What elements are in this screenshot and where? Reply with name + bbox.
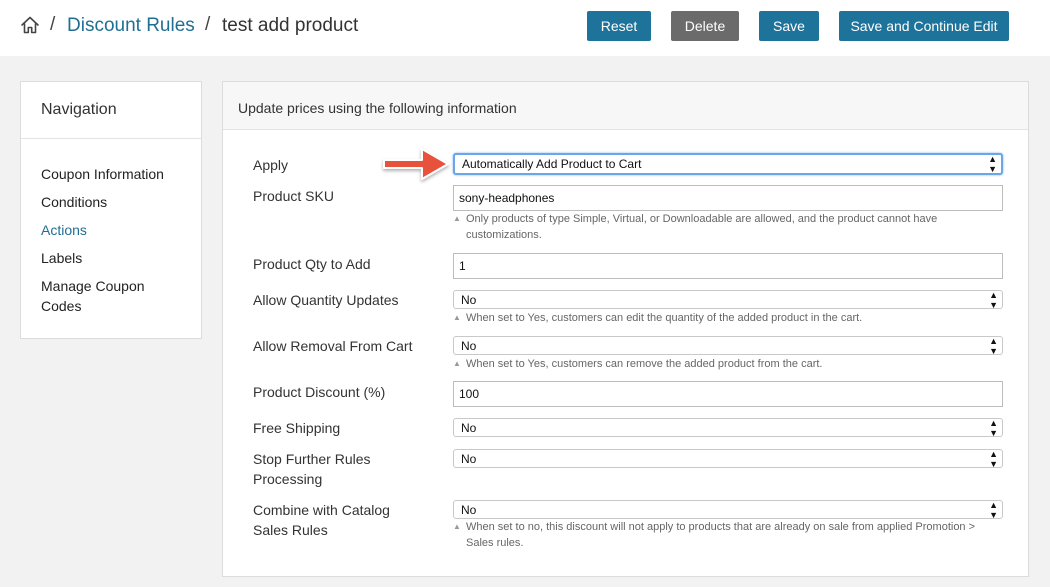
annotation-arrow-icon	[383, 148, 449, 180]
select-arrows-icon: ▲ ▼	[989, 499, 998, 520]
allow-removal-note: ▲ When set to Yes, customers can remove …	[453, 358, 823, 370]
select-arrows-icon: ▲ ▼	[989, 417, 998, 438]
nav-item-manage-coupon-codes[interactable]: Manage Coupon Codes	[41, 276, 181, 316]
select-arrows-icon: ▲ ▼	[988, 154, 997, 174]
free-shipping-value: No	[461, 420, 477, 435]
discount-label: Product Discount (%)	[253, 384, 386, 400]
allow-qty-updates-select[interactable]: No ▲ ▼	[453, 289, 1003, 310]
apply-select[interactable]: Automatically Add Product to Cart ▲ ▼	[453, 153, 1003, 175]
panel-heading: Update prices using the following inform…	[223, 82, 1028, 130]
allow-qty-updates-value: No	[461, 292, 477, 307]
note-triangle-icon: ▲	[453, 359, 461, 368]
qty-input[interactable]: 1	[453, 253, 1003, 279]
apply-select-value: Automatically Add Product to Cart	[462, 157, 642, 171]
combine-catalog-select[interactable]: No ▲ ▼	[453, 499, 1003, 520]
delete-button[interactable]: Delete	[671, 11, 739, 41]
nav-item-labels[interactable]: Labels	[41, 248, 181, 268]
breadcrumb-discount-rules-link[interactable]: Discount Rules	[67, 15, 195, 37]
note-triangle-icon: ▲	[453, 214, 461, 223]
allow-removal-value: No	[461, 338, 477, 353]
navigation-list: Coupon Information Conditions Actions La…	[21, 139, 201, 316]
nav-item-conditions[interactable]: Conditions	[41, 192, 181, 212]
save-button[interactable]: Save	[759, 11, 819, 41]
combine-catalog-value: No	[461, 502, 477, 517]
sku-note: ▲ Only products of type Simple, Virtual,…	[453, 213, 938, 241]
note-triangle-icon: ▲	[453, 313, 461, 322]
allow-qty-updates-note: ▲ When set to Yes, customers can edit th…	[453, 312, 863, 324]
stop-rules-value: No	[461, 451, 477, 466]
breadcrumb-separator: /	[50, 14, 56, 35]
combine-catalog-note: ▲ When set to no, this discount will not…	[453, 521, 976, 549]
save-continue-button[interactable]: Save and Continue Edit	[839, 11, 1009, 41]
page-header: / Discount Rules / test add product Rese…	[0, 0, 1050, 56]
allow-removal-label: Allow Removal From Cart	[253, 338, 413, 354]
sku-label: Product SKU	[253, 188, 334, 204]
qty-label: Product Qty to Add	[253, 256, 371, 272]
stop-rules-select[interactable]: No ▲ ▼	[453, 448, 1003, 469]
home-icon[interactable]	[20, 15, 40, 35]
navigation-title: Navigation	[21, 82, 201, 139]
nav-item-coupon-information[interactable]: Coupon Information	[41, 164, 181, 184]
page-title: test add product	[222, 15, 359, 36]
free-shipping-select[interactable]: No ▲ ▼	[453, 417, 1003, 438]
note-triangle-icon: ▲	[453, 522, 461, 531]
breadcrumb-separator: /	[205, 14, 211, 35]
reset-button[interactable]: Reset	[587, 11, 651, 41]
select-arrows-icon: ▲ ▼	[989, 289, 998, 310]
nav-item-actions[interactable]: Actions	[41, 220, 181, 240]
sku-input[interactable]: sony-headphones	[453, 185, 1003, 211]
free-shipping-label: Free Shipping	[253, 420, 341, 436]
allow-removal-select[interactable]: No ▲ ▼	[453, 335, 1003, 356]
select-arrows-icon: ▲ ▼	[989, 448, 998, 469]
navigation-panel: Navigation Coupon Information Conditions…	[20, 81, 202, 339]
discount-input[interactable]: 100	[453, 381, 1003, 407]
select-arrows-icon: ▲ ▼	[989, 335, 998, 356]
stop-rules-label: Stop Further Rules Processing	[253, 451, 371, 487]
combine-catalog-label: Combine with Catalog Sales Rules	[253, 502, 390, 538]
allow-qty-updates-label: Allow Quantity Updates	[253, 292, 399, 308]
